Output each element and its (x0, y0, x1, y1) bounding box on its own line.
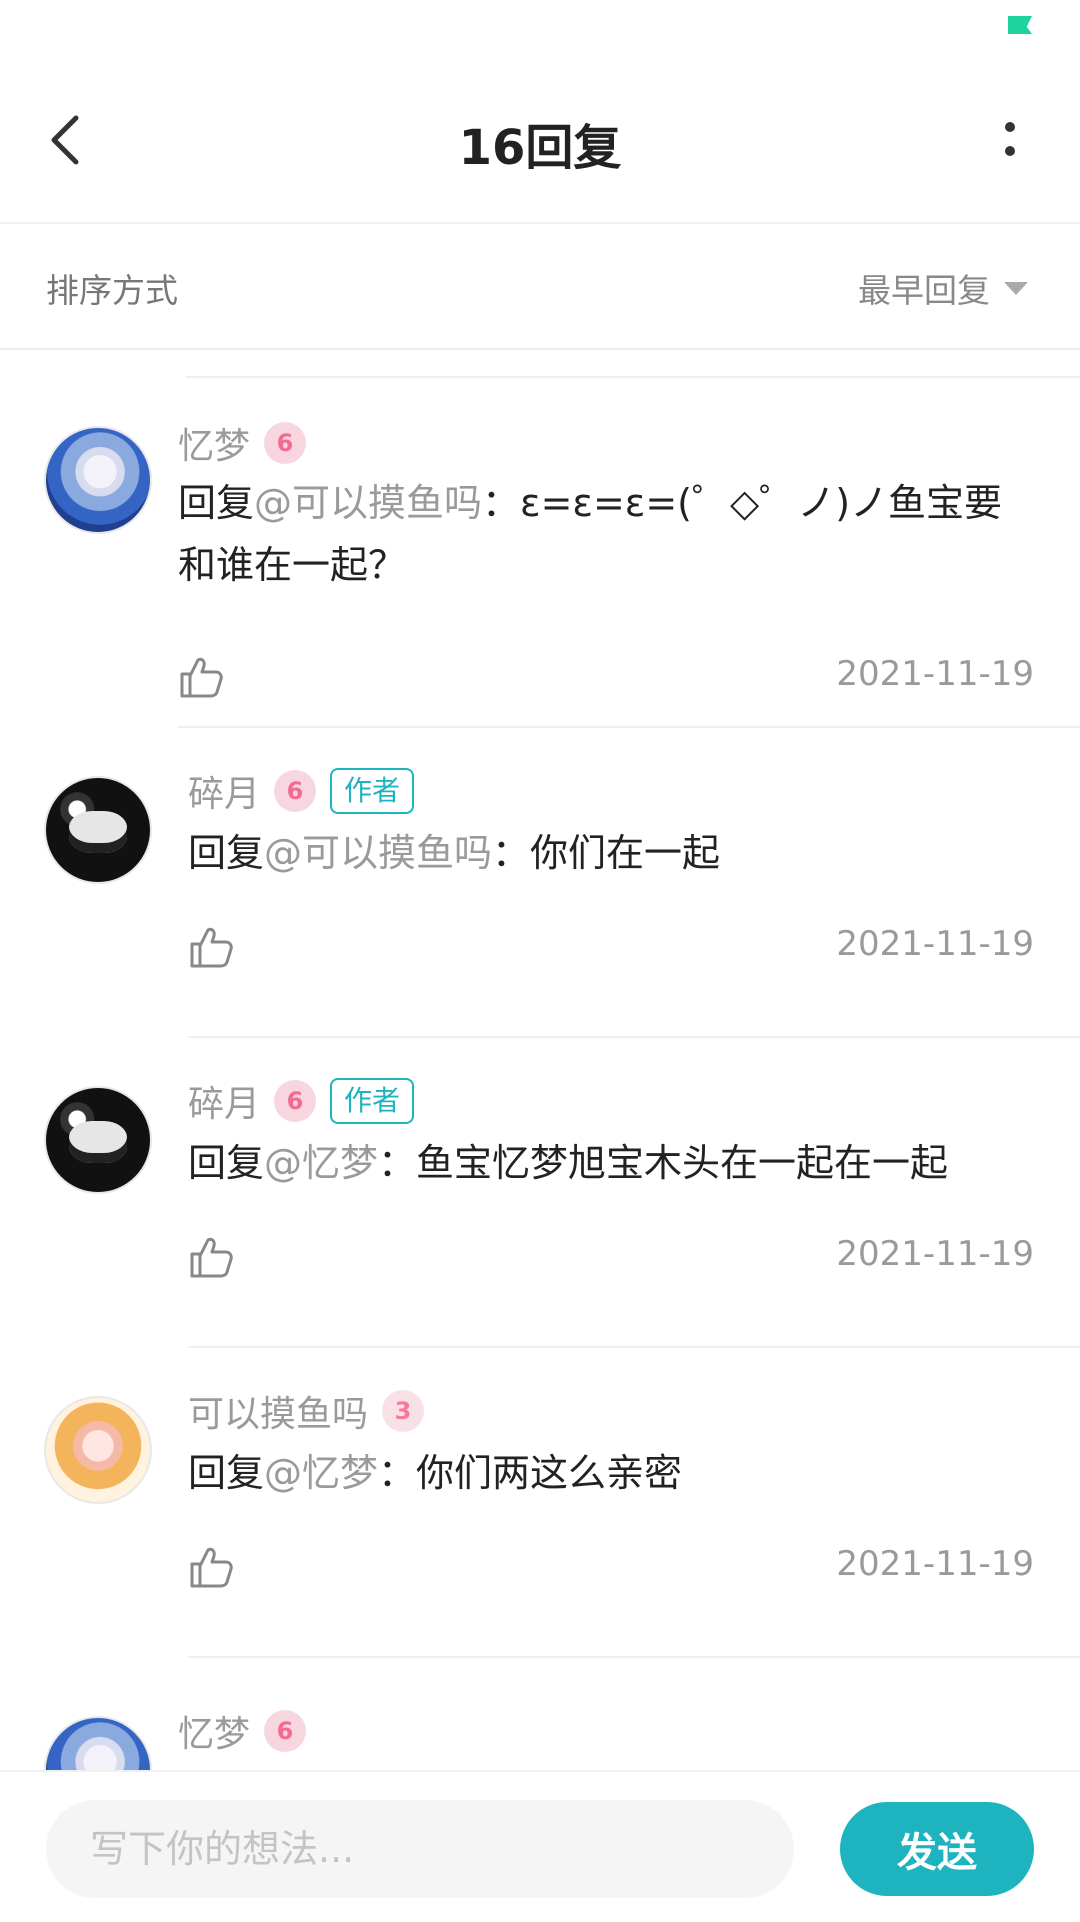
sort-label: 排序方式 (46, 271, 178, 310)
reply-item: 可以摸鱼吗 3 回复@忆梦：你们两这么亲密 2021-11-19 (0, 1350, 1080, 1660)
caret-down-icon (1004, 281, 1028, 295)
reply-date: 2021-11-19 (836, 654, 1034, 694)
user-row: 忆梦 6 (178, 1705, 307, 1757)
avatar[interactable] (44, 1396, 152, 1504)
reply-prefix: 回复 (178, 481, 255, 525)
thumbs-up-icon[interactable] (188, 1234, 234, 1280)
reply-content: 回复@可以摸鱼吗：ε=ε=ε=(゜◇゜ノ)ノ鱼宝要和谁在一起？ (178, 472, 1038, 596)
reply-item: 碎月 6 作者 回复@忆梦：鱼宝忆梦旭宝木头在一起在一起 2021-11-19 (0, 1040, 1080, 1350)
mention-link[interactable]: @可以摸鱼吗 (264, 831, 492, 875)
level-badge: 6 (264, 422, 307, 464)
thumbs-up-icon[interactable] (188, 1544, 234, 1590)
reply-text: ：鱼宝忆梦旭宝木头在一起在一起 (378, 1141, 949, 1185)
reply-item: 忆梦 6 (0, 1660, 1080, 1770)
more-dot-icon (1005, 146, 1015, 156)
battery-icon (1008, 16, 1032, 34)
header: 16回复 (0, 60, 1080, 224)
divider (186, 376, 1080, 378)
user-row: 碎月 6 作者 (188, 1075, 415, 1127)
reply-list[interactable]: 忆梦 6 回复@可以摸鱼吗：ε=ε=ε=(゜◇゜ノ)ノ鱼宝要和谁在一起？ 202… (0, 350, 1080, 1770)
reply-date: 2021-11-19 (836, 924, 1034, 964)
comment-input[interactable] (46, 1800, 794, 1898)
username[interactable]: 忆梦 (178, 417, 250, 469)
reply-content: 回复@忆梦：鱼宝忆梦旭宝木头在一起在一起 (188, 1132, 1048, 1194)
page-title: 16回复 (458, 120, 622, 176)
avatar[interactable] (44, 1086, 152, 1194)
level-badge: 6 (274, 770, 317, 812)
reply-date: 2021-11-19 (836, 1544, 1034, 1584)
author-tag: 作者 (330, 1078, 415, 1124)
level-badge: 3 (382, 1390, 425, 1432)
more-options-button[interactable] (1000, 116, 1020, 166)
mention-link[interactable]: @忆梦 (264, 1451, 378, 1495)
reply-date: 2021-11-19 (836, 1234, 1034, 1274)
composer-bar: 发送 (0, 1770, 1080, 1922)
sort-bar: 排序方式 最早回复 (0, 224, 1080, 350)
sort-dropdown[interactable]: 最早回复 (858, 264, 1028, 312)
reply-prefix: 回复 (188, 1141, 265, 1185)
divider (188, 1656, 1080, 1658)
reply-text: ：你们两这么亲密 (378, 1451, 683, 1495)
reply-prefix: 回复 (188, 1451, 265, 1495)
level-badge: 6 (274, 1080, 317, 1122)
user-row: 忆梦 6 (178, 417, 307, 469)
sort-selected-value: 最早回复 (858, 271, 990, 310)
divider (178, 726, 1080, 728)
reply-content: 回复@可以摸鱼吗：你们在一起 (188, 822, 1048, 884)
username[interactable]: 碎月 (188, 765, 260, 817)
more-dot-icon (1005, 122, 1015, 132)
level-badge: 6 (264, 1710, 307, 1752)
reply-prefix: 回复 (188, 831, 265, 875)
divider (188, 1036, 1080, 1038)
thumbs-up-icon[interactable] (188, 924, 234, 970)
avatar[interactable] (44, 776, 152, 884)
username[interactable]: 可以摸鱼吗 (188, 1385, 368, 1437)
send-button[interactable]: 发送 (840, 1802, 1034, 1896)
reply-content: 回复@忆梦：你们两这么亲密 (188, 1442, 1048, 1504)
username[interactable]: 碎月 (188, 1075, 260, 1127)
divider (188, 1346, 1080, 1348)
reply-item: 碎月 6 作者 回复@可以摸鱼吗：你们在一起 2021-11-19 (0, 730, 1080, 1040)
user-row: 可以摸鱼吗 3 (188, 1385, 425, 1437)
avatar[interactable] (44, 1716, 152, 1770)
thumbs-up-icon[interactable] (178, 654, 224, 700)
mention-link[interactable]: @忆梦 (264, 1141, 378, 1185)
author-tag: 作者 (330, 768, 415, 814)
status-bar (0, 0, 1080, 60)
mention-link[interactable]: @可以摸鱼吗 (254, 481, 482, 525)
reply-item: 忆梦 6 回复@可以摸鱼吗：ε=ε=ε=(゜◇゜ノ)ノ鱼宝要和谁在一起？ 202… (0, 410, 1080, 730)
avatar[interactable] (44, 426, 152, 534)
user-row: 碎月 6 作者 (188, 765, 415, 817)
username[interactable]: 忆梦 (178, 1705, 250, 1757)
reply-text: ：你们在一起 (492, 831, 721, 875)
